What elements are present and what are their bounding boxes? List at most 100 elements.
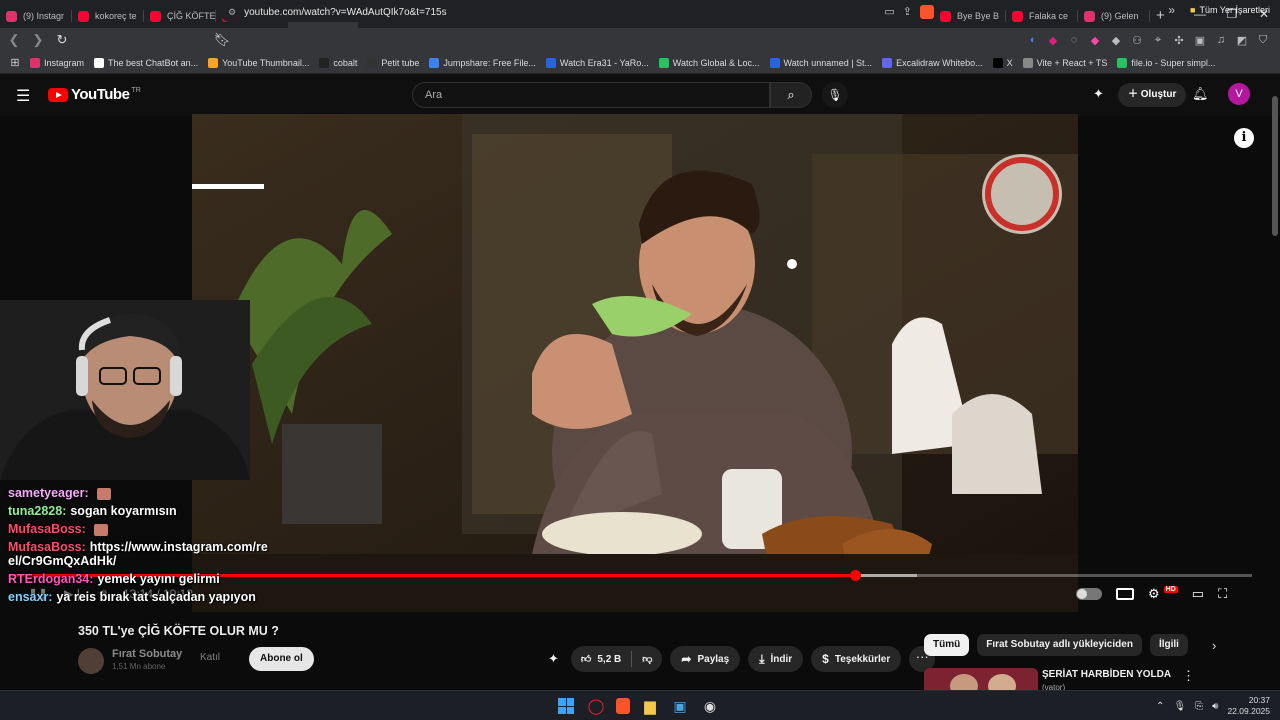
- puzzle-icon[interactable]: ✣: [1173, 34, 1185, 47]
- autoplay-toggle[interactable]: [1076, 588, 1102, 600]
- tab-favicon-icon: [940, 10, 951, 22]
- chip-related[interactable]: İlgili: [1149, 634, 1188, 656]
- forward-icon[interactable]: ❯: [28, 32, 48, 48]
- youtube-logo[interactable]: YouTube TR: [48, 86, 141, 103]
- start-button[interactable]: [556, 696, 576, 716]
- extension-icon[interactable]: ◆: [1047, 34, 1059, 47]
- scrollbar-thumb[interactable]: [1272, 96, 1278, 236]
- browser-tab[interactable]: (9) Instagr: [0, 4, 72, 28]
- download-icon: ⤓: [759, 651, 765, 666]
- bookmark-item[interactable]: Petit tube: [367, 57, 419, 68]
- bookmark-icon[interactable]: 🔖︎: [212, 32, 232, 48]
- dislike-button[interactable]: 👎︎: [632, 646, 662, 672]
- bookmark-item[interactable]: Vite + React + TS: [1022, 57, 1107, 68]
- ask-ai-icon[interactable]: ✦: [548, 651, 559, 667]
- extension-icon[interactable]: ◆: [1110, 34, 1122, 47]
- account-avatar[interactable]: V: [1228, 83, 1250, 105]
- kebab-menu-icon[interactable]: ⋮: [1182, 668, 1195, 684]
- chip-from-uploader[interactable]: Fırat Sobutay adlı yükleyiciden: [977, 634, 1142, 656]
- brave-icon[interactable]: [616, 698, 630, 714]
- extension-icon[interactable]: ◖: [1026, 34, 1038, 46]
- guide-menu-icon[interactable]: ☰: [16, 86, 30, 106]
- page-scrollbar[interactable]: [1272, 88, 1278, 688]
- vpn-icon[interactable]: ⛉: [1257, 34, 1269, 47]
- recommended-title[interactable]: ŞERİAT HARBİDEN YOLDA: [1042, 669, 1171, 680]
- share-button[interactable]: ➦ Paylaş: [670, 646, 741, 672]
- back-icon[interactable]: ❮: [4, 32, 24, 48]
- sidebar-icon[interactable]: ▣: [1194, 34, 1206, 47]
- chevron-right-icon[interactable]: ›: [1212, 638, 1216, 653]
- info-icon[interactable]: i: [1234, 128, 1254, 148]
- tab-label: Falaka ce: [1029, 11, 1069, 21]
- bookmark-item[interactable]: Watch Era31 - YaRo...: [545, 57, 649, 68]
- reload-icon[interactable]: ↻: [52, 32, 72, 48]
- bookmark-item[interactable]: Instagram: [30, 57, 84, 68]
- microphone-icon[interactable]: 🎙︎: [1173, 701, 1186, 712]
- bookmark-item[interactable]: Watch Global & Loc...: [658, 57, 760, 68]
- download-button[interactable]: ⤓ İndir: [748, 646, 804, 672]
- screen-cast-icon[interactable]: ▭: [884, 5, 894, 19]
- browser-tab[interactable]: (9) Gelen: [1078, 4, 1150, 28]
- create-button[interactable]: ＋ Oluştur: [1118, 83, 1187, 107]
- chat-username: ensaxr:: [8, 590, 53, 604]
- chat-message: RTErdogan34: yemek yayını gelirmi: [0, 570, 280, 588]
- apps-grid-icon[interactable]: ⊞: [0, 56, 30, 69]
- bookmark-item[interactable]: file.io - Super simpl...: [1117, 57, 1216, 68]
- theater-mode-icon[interactable]: ▭: [1192, 586, 1204, 602]
- all-bookmarks[interactable]: ■ Tüm Yer İşaretleri: [1190, 5, 1270, 15]
- subtitles-icon[interactable]: [1116, 588, 1134, 600]
- notifications-icon[interactable]: 🔔︎: [1192, 86, 1209, 102]
- recommended-thumbnail[interactable]: [924, 668, 1038, 690]
- region-code: TR: [131, 87, 141, 94]
- like-button[interactable]: 👍︎ 5,2 B: [571, 646, 631, 672]
- wallet-icon[interactable]: ◩: [1236, 34, 1248, 47]
- youtube-play-icon: [48, 87, 68, 102]
- bookmark-label: The best ChatBot an...: [108, 57, 199, 68]
- bookmark-item[interactable]: Jumpshare: Free File...: [429, 57, 536, 68]
- video-frame[interactable]: [192, 114, 1078, 612]
- extension-icon[interactable]: ⌖: [1152, 34, 1164, 47]
- thanks-button[interactable]: $ Teşekkürler: [811, 646, 902, 672]
- chat-text: ya reis bırak tat salçadan yapıyon: [56, 590, 256, 604]
- photos-icon[interactable]: ▣: [670, 696, 690, 716]
- music-icon[interactable]: ♫: [1215, 34, 1227, 46]
- sparkle-icon[interactable]: ✦: [1093, 86, 1104, 102]
- search-input[interactable]: Ara: [412, 82, 770, 108]
- search-button[interactable]: ⌕: [770, 82, 812, 108]
- mic-icon: 🎙︎: [827, 88, 843, 102]
- bookmark-item[interactable]: Watch unnamed | St...: [769, 57, 872, 68]
- browser-tab[interactable]: ÇİĞ KÖFTE: [144, 4, 216, 28]
- file-explorer-icon[interactable]: ▆: [640, 696, 660, 716]
- fullscreen-icon[interactable]: ⛶: [1218, 586, 1227, 602]
- speaker-icon[interactable]: 🔊︎: [1212, 701, 1218, 712]
- address-bar[interactable]: ⚙︎ youtube.com/watch?v=WAdAutQIk7o&t=715…: [220, 2, 940, 22]
- folder-icon: ■: [1190, 5, 1196, 15]
- bookmark-item[interactable]: X: [992, 57, 1013, 68]
- browser-tab[interactable]: Falaka ce: [1006, 4, 1078, 28]
- obs-icon[interactable]: ◉: [700, 696, 720, 716]
- opera-icon[interactable]: ◯: [586, 696, 606, 716]
- extension-icon[interactable]: ◌: [1068, 34, 1080, 46]
- settings-icon[interactable]: ⚙: [1148, 586, 1160, 602]
- chip-all[interactable]: Tümü: [924, 634, 970, 656]
- bookmark-item[interactable]: cobalt: [319, 57, 357, 68]
- bookmark-label: file.io - Super simpl...: [1131, 57, 1216, 68]
- share-icon[interactable]: ⇪: [903, 5, 912, 19]
- more-bookmarks-icon[interactable]: »: [1168, 3, 1175, 17]
- extension-icon[interactable]: ◆: [1089, 34, 1101, 47]
- chevron-up-icon[interactable]: ⌃: [1156, 701, 1164, 712]
- clock[interactable]: 20:37 22.09.2025: [1227, 695, 1270, 717]
- voice-search-button[interactable]: 🎙︎: [822, 82, 848, 108]
- bookmark-item[interactable]: The best ChatBot an...: [94, 57, 199, 68]
- new-tab-icon[interactable]: +: [1156, 7, 1165, 24]
- windows-logo-icon: [558, 698, 574, 714]
- bookmark-item[interactable]: YouTube Thumbnail...: [208, 57, 309, 68]
- browser-tab[interactable]: Bye Bye B: [934, 4, 1006, 28]
- bookmark-item[interactable]: Excalidraw Whitebo...: [882, 57, 983, 68]
- browser-tab[interactable]: kokoreç te: [72, 4, 144, 28]
- site-info-icon[interactable]: ⚙︎: [228, 7, 236, 18]
- share-label: Paylaş: [697, 653, 730, 665]
- brave-shield-icon[interactable]: [920, 5, 934, 19]
- extension-icon[interactable]: ⚇: [1131, 34, 1143, 47]
- network-icon[interactable]: ⎘: [1195, 701, 1203, 712]
